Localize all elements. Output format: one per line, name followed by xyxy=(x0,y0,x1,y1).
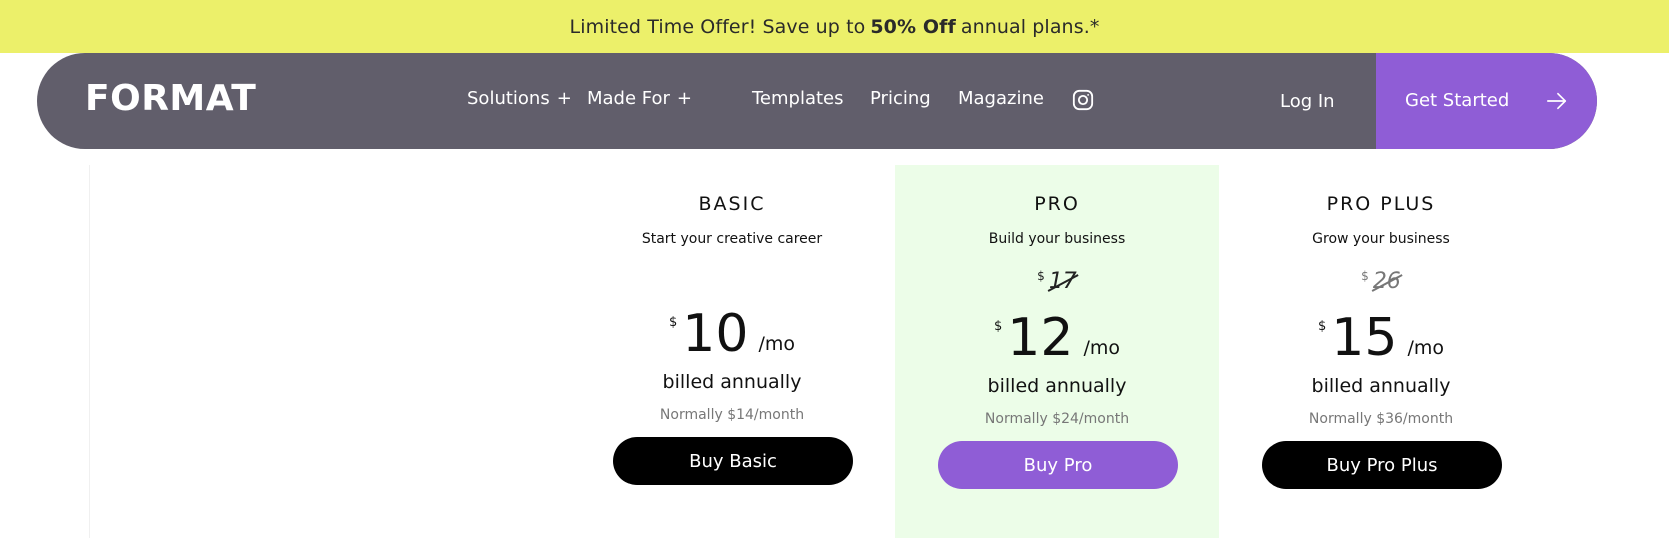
price-amount: 15 xyxy=(1331,308,1398,368)
price-period: /mo xyxy=(758,333,795,355)
plan-price: $ 15 /mo xyxy=(1219,311,1543,365)
currency-symbol: $ xyxy=(669,315,678,330)
normal-price: Normally $14/month xyxy=(659,407,805,423)
billing-cycle: billed annually xyxy=(662,371,802,393)
main-nav: FORMAT Solutions + Made For + Templates Pr… xyxy=(37,53,1597,149)
promo-text-after: annual plans.* xyxy=(960,15,1100,38)
get-started-label: Get Started xyxy=(1405,90,1510,111)
billing-cycle: billed annually xyxy=(1311,375,1451,397)
arrow-right-icon xyxy=(1547,92,1567,110)
buy-pro-plus-button[interactable]: Buy Pro Plus xyxy=(1262,441,1502,489)
nav-magazine[interactable]: Magazine xyxy=(958,87,1044,111)
promo-text: Limited Time Offer! Save up to xyxy=(569,15,866,38)
plan-tagline: Start your creative career xyxy=(641,231,823,247)
plan-card-basic: BASIC Start your creative career $ 10 /m… xyxy=(570,165,894,538)
promo-banner[interactable]: Limited Time Offer! Save up to 50% Off a… xyxy=(0,0,1669,53)
price-period: /mo xyxy=(1407,337,1444,359)
old-price-amount: 26 xyxy=(1372,269,1401,294)
billing-cycle: billed annually xyxy=(987,375,1127,397)
normal-price: Normally $36/month xyxy=(1308,411,1454,427)
old-price: $ 17 xyxy=(895,269,1219,301)
price-period: /mo xyxy=(1083,337,1120,359)
plan-tagline: Build your business xyxy=(988,231,1126,247)
normal-price: Normally $24/month xyxy=(984,411,1130,427)
nav-solutions[interactable]: Solutions + xyxy=(467,87,572,111)
comparison-table-border xyxy=(89,165,90,538)
buy-pro-button[interactable]: Buy Pro xyxy=(938,441,1178,489)
get-started-button[interactable]: Get Started xyxy=(1376,53,1597,149)
old-price-amount: 17 xyxy=(1048,269,1077,294)
instagram-icon[interactable] xyxy=(1072,89,1094,111)
price-amount: 12 xyxy=(1007,308,1074,368)
nav-made-for[interactable]: Made For + xyxy=(587,87,692,111)
currency-symbol: $ xyxy=(1318,319,1327,334)
promo-discount: 50% Off xyxy=(870,15,956,38)
login-link[interactable]: Log In xyxy=(1280,90,1335,114)
nav-solutions-label: Solutions xyxy=(467,88,550,109)
plan-price: $ 12 /mo xyxy=(895,311,1219,365)
plan-name: PRO xyxy=(1034,193,1080,215)
plan-tagline: Grow your business xyxy=(1312,231,1450,247)
nav-templates[interactable]: Templates xyxy=(752,87,844,111)
plan-name: PRO PLUS xyxy=(1326,193,1436,215)
old-currency-symbol: $ xyxy=(1037,269,1045,283)
plan-card-pro-plus: PRO PLUS Grow your business $ 26 $ 15 /m… xyxy=(1219,165,1543,538)
format-logo[interactable]: FORMAT xyxy=(85,81,256,117)
old-price: $ 26 xyxy=(1219,269,1543,301)
plan-name: BASIC xyxy=(698,193,766,215)
nav-made-for-label: Made For xyxy=(587,88,670,109)
nav-pricing[interactable]: Pricing xyxy=(870,87,931,111)
old-currency-symbol: $ xyxy=(1361,269,1369,283)
plan-price: $ 10 /mo xyxy=(570,307,894,361)
currency-symbol: $ xyxy=(994,319,1003,334)
price-amount: 10 xyxy=(682,304,749,364)
buy-basic-button[interactable]: Buy Basic xyxy=(613,437,853,485)
plan-card-pro: PRO Build your business $ 17 $ 12 /mo bi… xyxy=(895,165,1219,538)
plus-icon: + xyxy=(556,88,572,109)
plus-icon: + xyxy=(676,88,693,109)
